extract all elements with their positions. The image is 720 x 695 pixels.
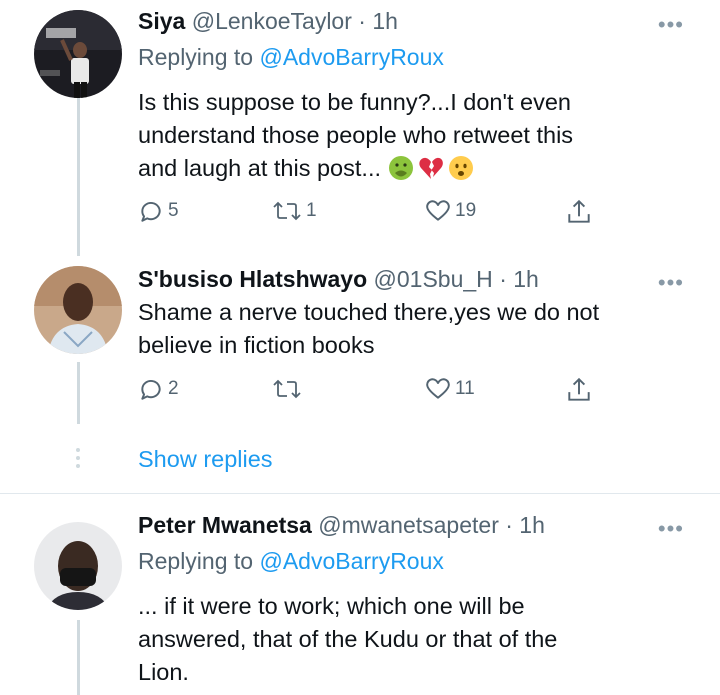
reply-button[interactable]: 2 xyxy=(138,376,179,402)
share-button[interactable] xyxy=(566,198,592,226)
timestamp[interactable]: · 1h xyxy=(505,512,545,538)
display-name[interactable]: Peter Mwanetsa xyxy=(138,512,312,538)
share-button[interactable] xyxy=(566,376,592,404)
display-name[interactable]: Siya xyxy=(138,8,185,34)
tweet-text-line: Lion. xyxy=(138,659,189,685)
broken-heart-icon xyxy=(418,157,443,179)
avatar-image xyxy=(34,522,122,610)
display-name[interactable]: S'busiso Hlatshwayo xyxy=(138,266,367,292)
mention-link[interactable]: @AdvoBarryRoux xyxy=(259,548,443,574)
like-button[interactable]: 19 xyxy=(425,198,476,224)
replying-prefix: Replying to xyxy=(138,548,254,574)
timestamp[interactable]: · 1h xyxy=(499,266,539,292)
username[interactable]: @01Sbu_H xyxy=(374,266,493,292)
like-count: 19 xyxy=(455,200,477,221)
tweet-text: Shame a nerve touched there,yes we do no… xyxy=(138,296,698,362)
tweet-header: Siya @LenkoeTaylor · 1h xyxy=(138,8,398,35)
thread-line xyxy=(77,620,80,695)
more-options-icon[interactable]: ••• xyxy=(658,518,684,540)
reply-icon xyxy=(141,379,161,400)
tweet-header: S'busiso Hlatshwayo @01Sbu_H · 1h xyxy=(138,266,539,293)
heart-icon xyxy=(426,200,450,221)
reply-count: 5 xyxy=(168,200,179,221)
tweet-text-line: believe in fiction books xyxy=(138,332,375,358)
avatar[interactable] xyxy=(34,10,122,98)
tweet-text-line: understand those people who retweet this xyxy=(138,122,574,148)
tweet[interactable]: Peter Mwanetsa @mwanetsapeter · 1h ••• R… xyxy=(0,494,720,695)
more-options-icon[interactable]: ••• xyxy=(658,272,684,294)
tweet-text-line: ... if it were to work; which one will b… xyxy=(138,593,525,619)
heart-icon xyxy=(426,378,450,399)
avatar[interactable] xyxy=(34,266,122,354)
mention-link[interactable]: @AdvoBarryRoux xyxy=(259,44,443,70)
reply-button[interactable]: 5 xyxy=(138,198,179,224)
like-button[interactable]: 11 xyxy=(425,376,475,402)
tweet-text-line: Shame a nerve touched there,yes we do no… xyxy=(138,299,600,325)
more-options-icon[interactable]: ••• xyxy=(658,14,684,36)
tweet-actions: 2 11 xyxy=(138,376,608,406)
replying-to: Replying to @AdvoBarryRoux xyxy=(138,44,444,71)
reply-count: 2 xyxy=(168,378,179,399)
frowning-face-icon xyxy=(448,156,473,180)
timestamp[interactable]: · 1h xyxy=(358,8,398,34)
retweet-icon xyxy=(273,201,301,221)
reply-icon xyxy=(141,201,161,222)
like-count: 11 xyxy=(455,378,475,399)
username[interactable]: @mwanetsapeter xyxy=(318,512,499,538)
avatar-image xyxy=(34,10,122,98)
thread-gap-dots-icon xyxy=(74,448,82,472)
tweet[interactable]: Siya @LenkoeTaylor · 1h ••• Replying to … xyxy=(0,0,720,250)
tweet-text-line: Is this suppose to be funny?...I don't e… xyxy=(138,89,571,115)
tweet-text: Is this suppose to be funny?...I don't e… xyxy=(138,86,698,185)
tweet-text: ... if it were to work; which one will b… xyxy=(138,590,698,689)
tweet-text-line: and laugh at this post... xyxy=(138,155,381,181)
retweet-button[interactable]: 1 xyxy=(272,198,317,224)
retweet-button[interactable] xyxy=(272,376,302,402)
tweet-text-line: answered, that of the Kudu or that of th… xyxy=(138,626,558,652)
replying-prefix: Replying to xyxy=(138,44,254,70)
retweet-icon xyxy=(273,379,301,399)
tweet-actions: 5 1 19 xyxy=(138,198,608,228)
avatar-image xyxy=(34,266,122,354)
replying-to: Replying to @AdvoBarryRoux xyxy=(138,548,444,575)
share-icon xyxy=(568,377,590,401)
tweet-text-line-with-emojis: and laugh at this post... xyxy=(138,152,698,185)
tweet[interactable]: S'busiso Hlatshwayo @01Sbu_H · 1h ••• Sh… xyxy=(0,256,720,426)
avatar[interactable] xyxy=(34,522,122,610)
share-icon xyxy=(568,199,590,223)
retweet-count: 1 xyxy=(306,200,317,221)
show-replies-link[interactable]: Show replies xyxy=(138,446,273,473)
nauseated-face-icon xyxy=(388,156,413,180)
username[interactable]: @LenkoeTaylor xyxy=(192,8,352,34)
tweet-header: Peter Mwanetsa @mwanetsapeter · 1h xyxy=(138,512,545,539)
